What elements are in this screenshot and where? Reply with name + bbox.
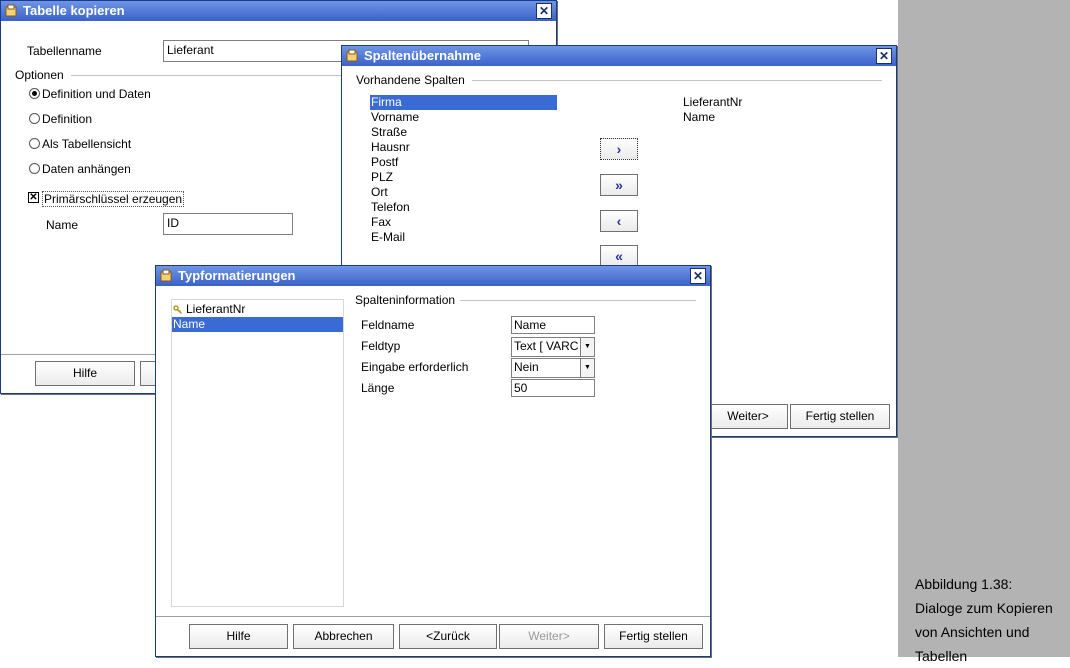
move-all-right-button[interactable]: » (600, 174, 638, 196)
field-type-value: Text [ VARC (514, 339, 579, 353)
type-help-button[interactable]: Hilfe (189, 624, 288, 649)
required-label: Eingabe erforderlich (361, 360, 469, 374)
type-formatting-title: Typformatierungen (178, 268, 296, 283)
length-input[interactable]: 50 (511, 379, 595, 397)
list-item[interactable]: Fax (370, 215, 557, 230)
column-transfer-title: Spaltenübernahme (364, 48, 482, 63)
list-item[interactable]: Name (172, 317, 343, 332)
radio-definition[interactable] (29, 113, 40, 124)
copy-table-titlebar[interactable]: Tabelle kopieren ✕ (1, 1, 556, 21)
required-value: Nein (514, 360, 539, 374)
caption-line-2: Dialoge zum Kopieren (915, 600, 1053, 616)
figure-caption: Abbildung 1.38: Dialoge zum Kopieren von… (915, 572, 1070, 668)
required-select[interactable]: Nein ▼ (511, 358, 595, 378)
radio-as-view[interactable] (29, 138, 40, 149)
close-icon[interactable]: ✕ (690, 268, 706, 284)
table-name-label: Tabellenname (27, 44, 102, 58)
field-type-label: Feldtyp (361, 339, 401, 353)
list-item[interactable]: Name (682, 110, 869, 125)
options-group-label: Optionen (15, 68, 64, 82)
type-back-button[interactable]: <Zurück (399, 624, 497, 649)
type-next-button[interactable]: Weiter> (499, 624, 599, 649)
radio-append-data[interactable] (29, 163, 40, 174)
page-margin (898, 0, 1070, 657)
list-item[interactable]: Straße (370, 125, 557, 140)
option-definition-and-data-label: Definition und Daten (42, 87, 151, 101)
type-formatting-dialog: Typformatierungen ✕ LieferantNr Name Spa… (155, 265, 711, 657)
columns-finish-button[interactable]: Fertig stellen (790, 404, 890, 429)
list-item[interactable]: Postf (370, 155, 557, 170)
caption-line-4: Tabellen (915, 648, 968, 664)
close-icon[interactable]: ✕ (536, 3, 552, 19)
app-icon (346, 49, 358, 62)
copy-help-button[interactable]: Hilfe (35, 361, 135, 386)
list-item[interactable]: LieferantNr (172, 302, 343, 317)
options-group-line (71, 75, 341, 76)
pk-name-label: Name (46, 218, 79, 232)
option-definition-label: Definition (42, 112, 93, 126)
list-item[interactable]: Vorname (370, 110, 557, 125)
move-one-right-button[interactable]: › (600, 138, 638, 160)
column-transfer-titlebar[interactable]: Spaltenübernahme ✕ (342, 46, 896, 66)
caption-line-1: Abbildung 1.38: (915, 576, 1013, 592)
list-item[interactable]: E-Mail (370, 230, 557, 245)
move-all-left-button[interactable]: « (600, 245, 638, 267)
option-as-view-label: Als Tabellensicht (42, 137, 132, 151)
field-name: LieferantNr (186, 302, 246, 316)
radio-definition-and-data[interactable] (29, 88, 40, 99)
existing-columns-label: Vorhandene Spalten (356, 73, 465, 87)
field-name-input[interactable]: Name (511, 316, 595, 334)
type-finish-button[interactable]: Fertig stellen (604, 624, 703, 649)
type-formatting-titlebar[interactable]: Typformatierungen ✕ (156, 266, 710, 286)
option-append-data-label: Daten anhängen (42, 162, 131, 176)
list-item[interactable]: Ort (370, 185, 557, 200)
existing-columns-line (472, 80, 882, 81)
caption-line-3: von Ansichten und (915, 624, 1030, 640)
field-name-label: Feldname (361, 318, 415, 332)
length-label: Länge (361, 381, 395, 395)
list-item[interactable]: Firma (370, 95, 557, 110)
list-item[interactable]: Hausnr (370, 140, 557, 155)
column-info-line (460, 300, 696, 301)
key-icon (173, 305, 182, 314)
move-one-left-button[interactable]: ‹ (600, 210, 638, 232)
column-info-label: Spalteninformation (355, 293, 456, 307)
chevron-down-icon[interactable]: ▼ (580, 338, 594, 356)
primary-key-checkbox[interactable]: ✕ (28, 192, 39, 203)
list-item[interactable]: Telefon (370, 200, 557, 215)
copy-table-title: Tabelle kopieren (23, 3, 125, 18)
columns-next-button[interactable]: Weiter> (708, 404, 788, 429)
close-icon[interactable]: ✕ (876, 48, 892, 64)
list-item[interactable]: LieferantNr (682, 95, 869, 110)
pk-name-input[interactable]: ID (163, 213, 293, 235)
field-list[interactable]: LieferantNr Name (171, 299, 344, 607)
app-icon (5, 4, 17, 17)
primary-key-label: Primärschlüssel erzeugen (42, 191, 185, 207)
chevron-down-icon[interactable]: ▼ (580, 359, 594, 377)
app-icon (160, 269, 172, 282)
type-cancel-button[interactable]: Abbrechen (293, 624, 394, 649)
field-type-select[interactable]: Text [ VARC ▼ (511, 337, 595, 357)
type-footer-divider (156, 616, 710, 617)
list-item[interactable]: PLZ (370, 170, 557, 185)
